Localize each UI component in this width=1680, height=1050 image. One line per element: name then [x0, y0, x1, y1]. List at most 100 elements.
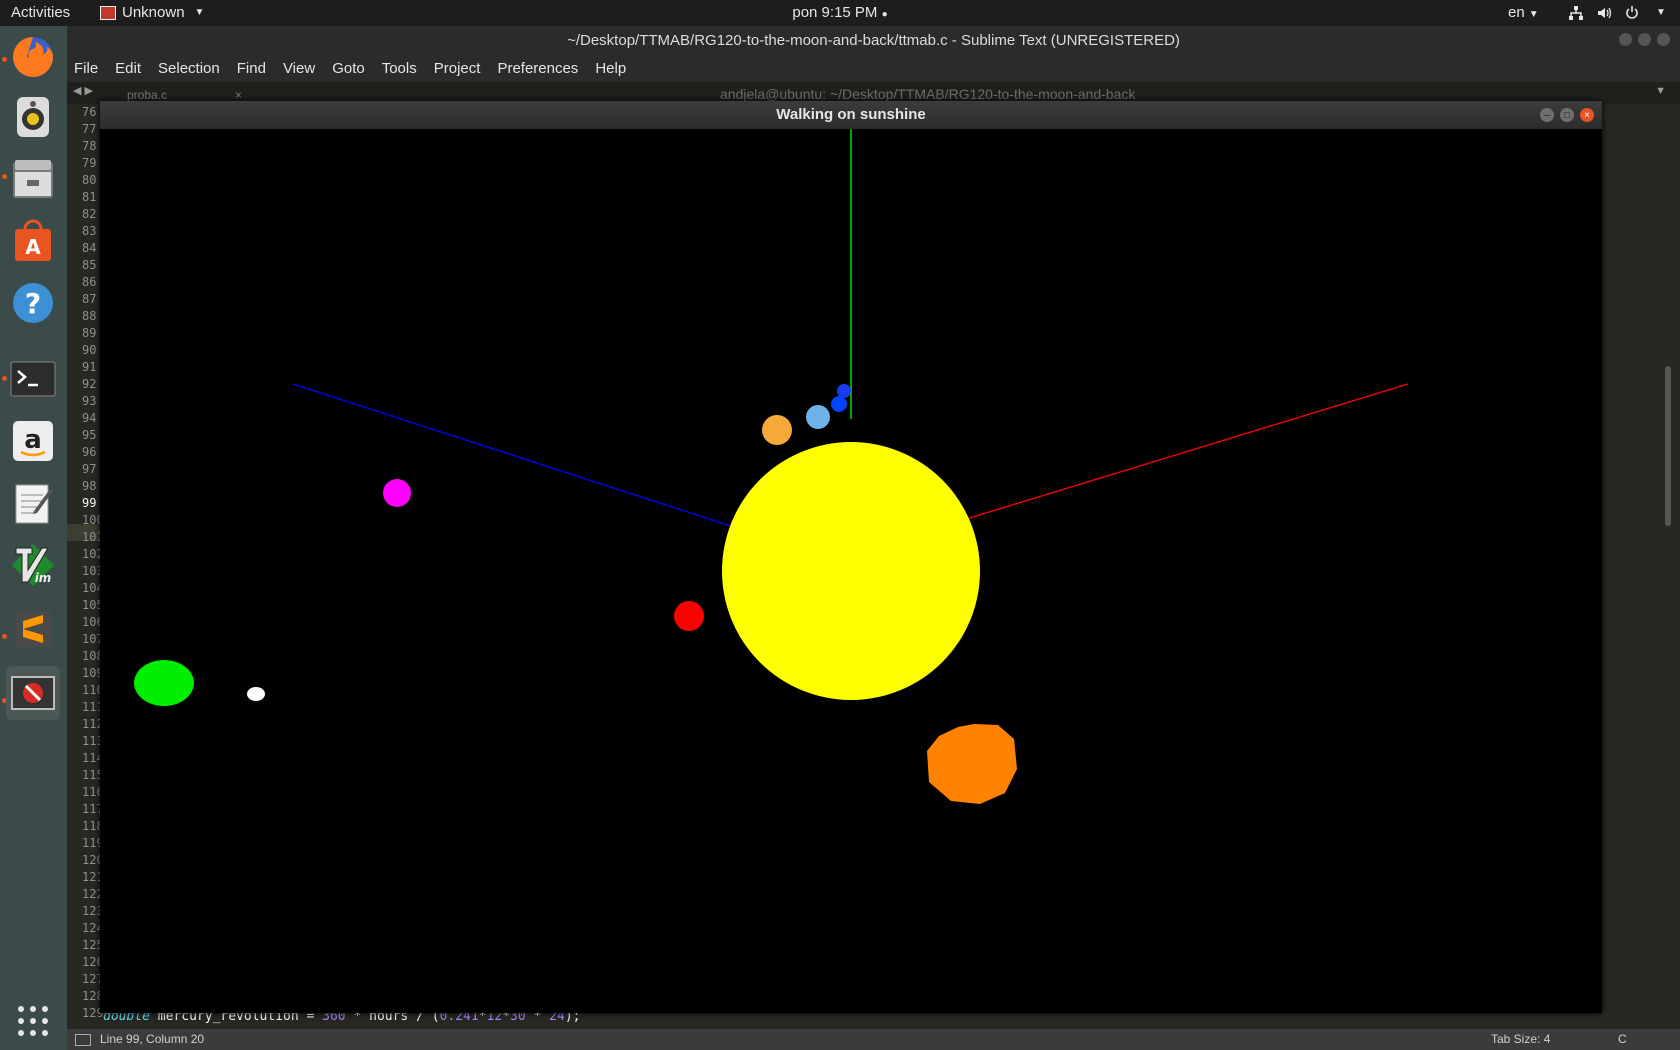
close-button[interactable]: × [1580, 108, 1594, 122]
chevron-down-icon[interactable]: ▼ [1655, 85, 1666, 97]
line-number: 82 [82, 207, 97, 221]
clock[interactable]: pon 9:15 PM [792, 4, 877, 21]
system-tray[interactable]: ▼ [1568, 0, 1666, 26]
dock-item-software[interactable]: A [6, 214, 60, 268]
menu-selection[interactable]: Selection [158, 56, 220, 82]
window-title: Walking on sunshine [100, 101, 1602, 129]
line-number: 92 [82, 377, 97, 391]
menu-goto[interactable]: Goto [332, 56, 365, 82]
line-number: 89 [82, 326, 97, 340]
planet-venus [806, 405, 830, 429]
tab-nav-arrows-icon[interactable]: ◀ ▶ [73, 84, 93, 97]
grid-icon [18, 1006, 48, 1036]
line-number: 85 [82, 258, 97, 272]
planet-earth [762, 415, 792, 445]
line-number: 97 [82, 462, 97, 476]
planet-saturn [383, 479, 411, 507]
chevron-down-icon: ▼ [1656, 7, 1666, 18]
dock-item-text-editor[interactable] [6, 476, 60, 530]
line-number: 79 [82, 156, 97, 170]
tab-size[interactable]: Tab Size: 4 [1491, 1029, 1550, 1050]
firefox-icon [13, 37, 53, 77]
chevron-down-icon: ▼ [194, 7, 205, 18]
scrollbar-thumb[interactable] [1665, 366, 1671, 526]
menu-find[interactable]: Find [237, 56, 266, 82]
help-icon: ? [13, 283, 53, 323]
panel-toggle-icon[interactable] [75, 1034, 91, 1046]
scrollbar[interactable] [1665, 104, 1673, 1029]
dock-item-opengl-app[interactable] [6, 666, 60, 720]
terminal-icon [10, 361, 56, 397]
network-icon [1569, 6, 1583, 20]
clock-area: pon 9:15 PM ● [0, 0, 1680, 26]
menu-view[interactable]: View [283, 56, 315, 82]
close-button[interactable] [1657, 33, 1670, 46]
menu-bar: File Edit Selection Find View Goto Tools… [67, 56, 1680, 82]
planet-uranus [134, 660, 194, 706]
menu-edit[interactable]: Edit [115, 56, 141, 82]
line-number: 80 [82, 173, 97, 187]
dock-item-amazon[interactable]: a [6, 414, 60, 468]
line-number: 83 [82, 224, 97, 238]
planet-neptune [247, 687, 265, 701]
dock-item-sublime[interactable] [6, 602, 60, 656]
minimize-button[interactable]: – [1540, 108, 1554, 122]
window-controls [1619, 33, 1670, 46]
planet-mercury [837, 384, 851, 398]
dock: A ? a im [0, 26, 67, 1050]
maximize-button[interactable]: □ [1560, 108, 1574, 122]
line-number: 95 [82, 428, 97, 442]
speaker-icon [17, 97, 49, 137]
app-menu[interactable]: Unknown ▼ [100, 0, 204, 26]
volume-icon [1598, 7, 1612, 19]
sun [722, 442, 980, 700]
dock-item-firefox[interactable] [6, 30, 60, 84]
dock-item-terminal[interactable] [6, 352, 60, 406]
line-number: 76 [82, 105, 97, 119]
line-number: 99 [82, 496, 97, 510]
line-number: 96 [82, 445, 97, 459]
planet-jupiter [927, 724, 1017, 804]
no-entry-icon [11, 676, 55, 710]
line-number: 88 [82, 309, 97, 323]
menu-project[interactable]: Project [434, 56, 481, 82]
menu-preferences[interactable]: Preferences [497, 56, 578, 82]
sublime-icon [15, 611, 51, 647]
amazon-icon: a [13, 421, 53, 461]
line-number: 78 [82, 139, 97, 153]
vim-icon: im [12, 544, 54, 586]
opengl-canvas[interactable] [100, 129, 1602, 1013]
maximize-button[interactable] [1638, 33, 1651, 46]
svg-text:a: a [24, 425, 42, 455]
line-number: 94 [82, 411, 97, 425]
planet-mercury-inner [831, 396, 847, 412]
notification-dot-icon: ● [881, 9, 888, 20]
dock-item-vim[interactable]: im [6, 538, 60, 592]
line-number: 90 [82, 343, 97, 357]
minimize-button[interactable] [1619, 33, 1632, 46]
syntax-mode[interactable]: C [1618, 1029, 1627, 1050]
power-icon [1626, 6, 1638, 19]
dock-item-rhythmbox[interactable] [6, 90, 60, 144]
line-number: 81 [82, 190, 97, 204]
activities-button[interactable]: Activities [11, 0, 70, 26]
language-indicator[interactable]: en ▼ [1508, 0, 1539, 26]
menu-file[interactable]: File [74, 56, 98, 82]
top-panel: Activities Unknown ▼ pon 9:15 PM ● en ▼ ▼ [0, 0, 1680, 26]
show-applications-button[interactable] [6, 994, 60, 1048]
tab-label: proba.c [127, 88, 168, 102]
line-number: 93 [82, 394, 97, 408]
text-editor-icon [15, 484, 53, 524]
line-number: 91 [82, 360, 97, 374]
menu-tools[interactable]: Tools [382, 56, 417, 82]
line-gutter: 76 77 78 79 80 81 82 83 84 85 86 87 88 89 90 91 92 93 94 95… [67, 104, 107, 1031]
chevron-down-icon: ▼ [1528, 9, 1539, 20]
dock-item-files[interactable] [6, 152, 60, 206]
files-icon [13, 160, 53, 198]
app-icon [100, 6, 116, 20]
menu-help[interactable]: Help [595, 56, 626, 82]
z-axis-line [292, 383, 741, 530]
line-number: 87 [82, 292, 97, 306]
app-menu-label: Unknown [122, 4, 185, 21]
dock-item-help[interactable]: ? [6, 276, 60, 330]
